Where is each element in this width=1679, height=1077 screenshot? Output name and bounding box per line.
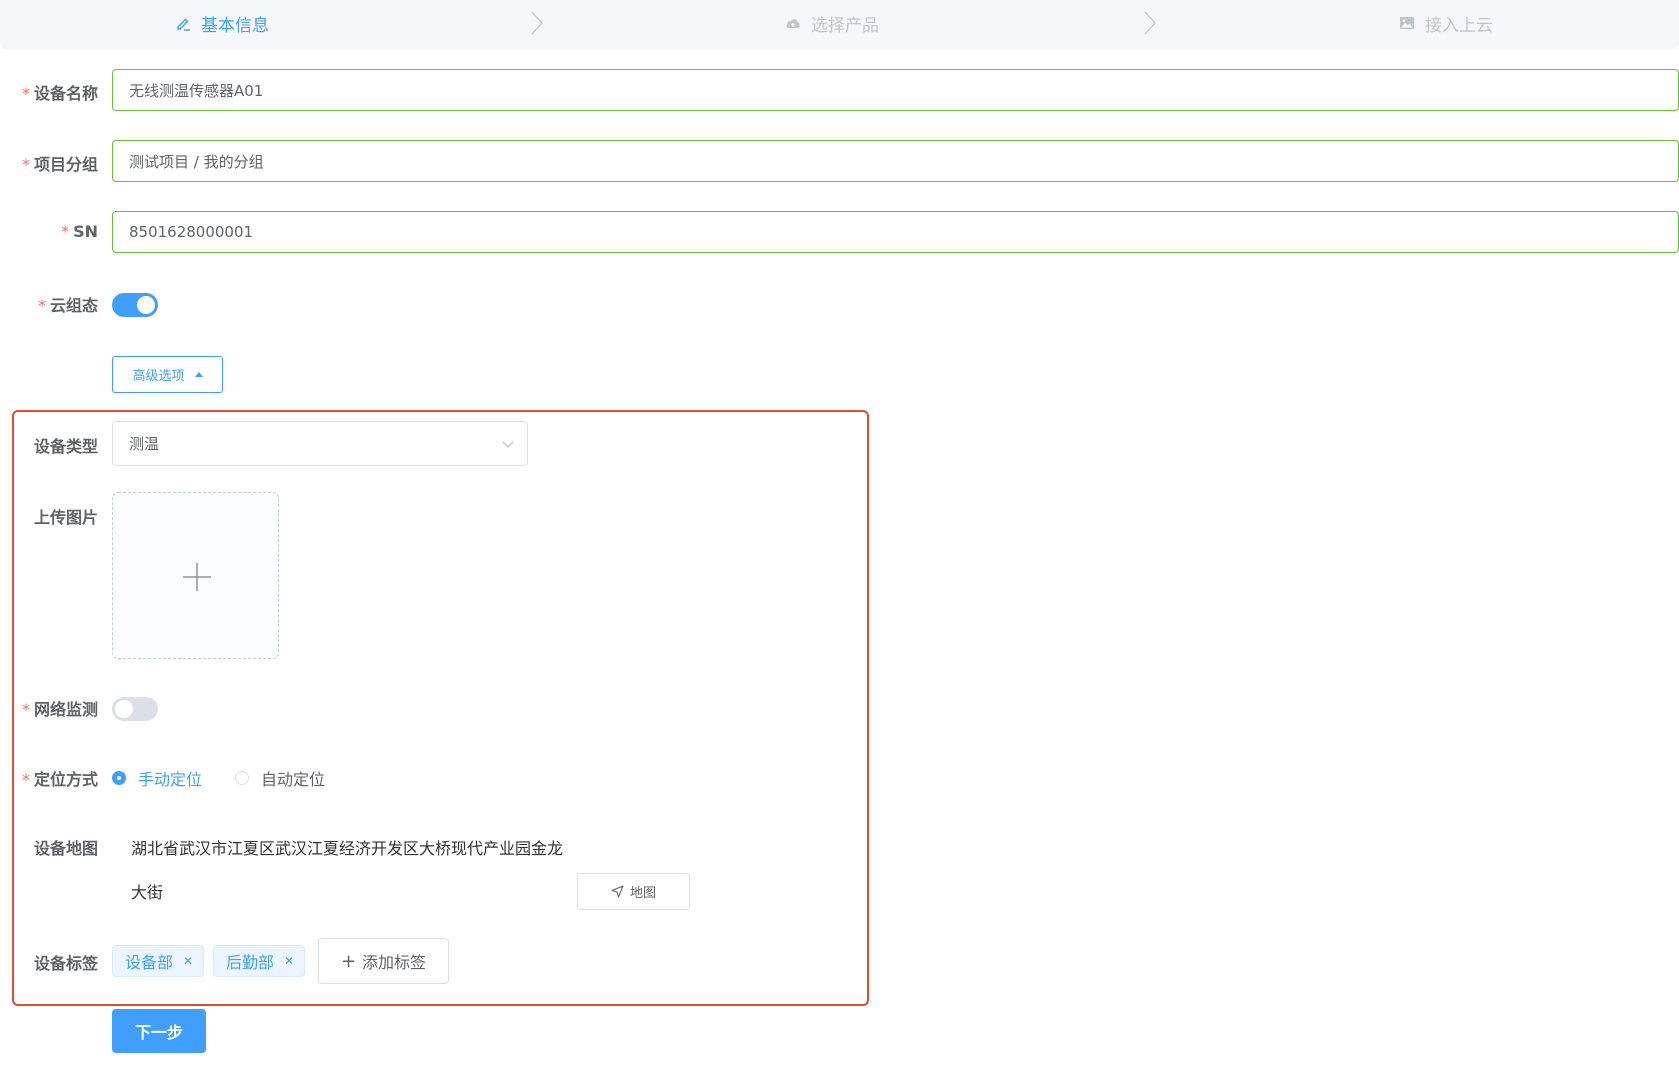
device-name-value: 无线测温传感器A01: [129, 81, 264, 100]
network-monitor-switch[interactable]: [112, 697, 158, 721]
required-star: *: [61, 222, 70, 241]
image-upload-area[interactable]: [112, 492, 279, 659]
map-button-label: 地图: [629, 886, 656, 901]
picture-icon: [1400, 17, 1414, 29]
device-type-value: 测温: [129, 435, 160, 453]
upload-image-label: 上传图片: [33, 508, 98, 527]
sn-value: 8501628000001: [129, 223, 254, 241]
address-line-1: 湖北省武汉市江夏区武汉江夏经济开发区大桥现代产业园金龙: [131, 839, 564, 858]
step-label: 选择产品: [811, 15, 879, 36]
chevron-down-icon: [502, 441, 514, 448]
plus-icon: [183, 563, 211, 591]
device-name-input[interactable]: 无线测温传感器A01: [112, 69, 1679, 111]
step-cloud-access[interactable]: 接入上云: [1399, 10, 1493, 36]
tag-label: 后勤部: [226, 953, 275, 972]
required-star: *: [21, 770, 30, 789]
close-icon[interactable]: ✕: [284, 954, 294, 968]
tag-equipment-dept: 设备部 ✕: [112, 945, 205, 977]
radio-auto-positioning[interactable]: 自动定位: [235, 766, 325, 790]
sn-label: * SN: [61, 222, 98, 241]
radio-dot: [235, 771, 249, 785]
cloud-state-label: * 云组态: [37, 296, 98, 315]
required-star: *: [21, 84, 30, 103]
device-name-label: * 设备名称: [21, 84, 98, 103]
add-tag-button[interactable]: + 添加标签: [318, 938, 449, 984]
network-monitor-label: * 网络监测: [21, 700, 98, 719]
device-tags-label: 设备标签: [33, 954, 98, 973]
caret-up-icon: [194, 372, 203, 377]
radio-dot: [112, 771, 126, 785]
tag-label: 设备部: [125, 953, 174, 972]
next-step-button[interactable]: 下一步: [112, 1009, 206, 1053]
positioning-label: * 定位方式: [21, 770, 98, 789]
project-group-label: * 项目分组: [21, 155, 98, 174]
add-tag-label: 添加标签: [362, 953, 427, 972]
switch-knob: [115, 700, 133, 718]
plus-icon: +: [340, 950, 357, 972]
step-basic-info[interactable]: 基本信息: [175, 10, 269, 36]
step-select-product[interactable]: 选择产品: [785, 10, 879, 36]
next-step-label: 下一步: [134, 1023, 183, 1042]
required-star: *: [37, 296, 46, 315]
address-line-2: 大街: [131, 883, 164, 902]
step-label: 接入上云: [1425, 15, 1493, 36]
chevron-right-icon: [531, 11, 543, 35]
device-type-label: 设备类型: [33, 437, 98, 456]
advanced-options-button[interactable]: 高级选项: [112, 356, 223, 393]
close-icon[interactable]: ✕: [183, 954, 193, 968]
sn-input[interactable]: 8501628000001: [112, 211, 1679, 253]
device-type-select[interactable]: 测温: [112, 421, 528, 466]
chevron-right-icon: [1144, 11, 1156, 35]
required-star: *: [21, 700, 30, 719]
project-group-input[interactable]: 测试项目 / 我的分组: [112, 140, 1679, 182]
required-star: *: [21, 155, 30, 174]
radio-manual-positioning[interactable]: 手动定位: [112, 766, 202, 790]
advanced-options-label: 高级选项: [132, 369, 185, 384]
steps-bar: 基本信息 选择产品 接入上云: [0, 0, 1679, 49]
step-label: 基本信息: [201, 15, 269, 36]
tag-logistics-dept: 后勤部 ✕: [213, 945, 306, 977]
cloud-state-switch[interactable]: [112, 293, 158, 317]
edit-icon: [177, 18, 190, 31]
cloud-upload-icon: [786, 19, 800, 28]
device-map-label: 设备地图: [33, 839, 98, 858]
radio-label: 自动定位: [261, 770, 326, 789]
switch-knob: [137, 296, 155, 314]
project-group-value: 测试项目 / 我的分组: [129, 152, 264, 171]
navigation-icon: [611, 885, 624, 898]
map-button[interactable]: 地图: [577, 873, 690, 910]
radio-label: 手动定位: [138, 770, 203, 789]
